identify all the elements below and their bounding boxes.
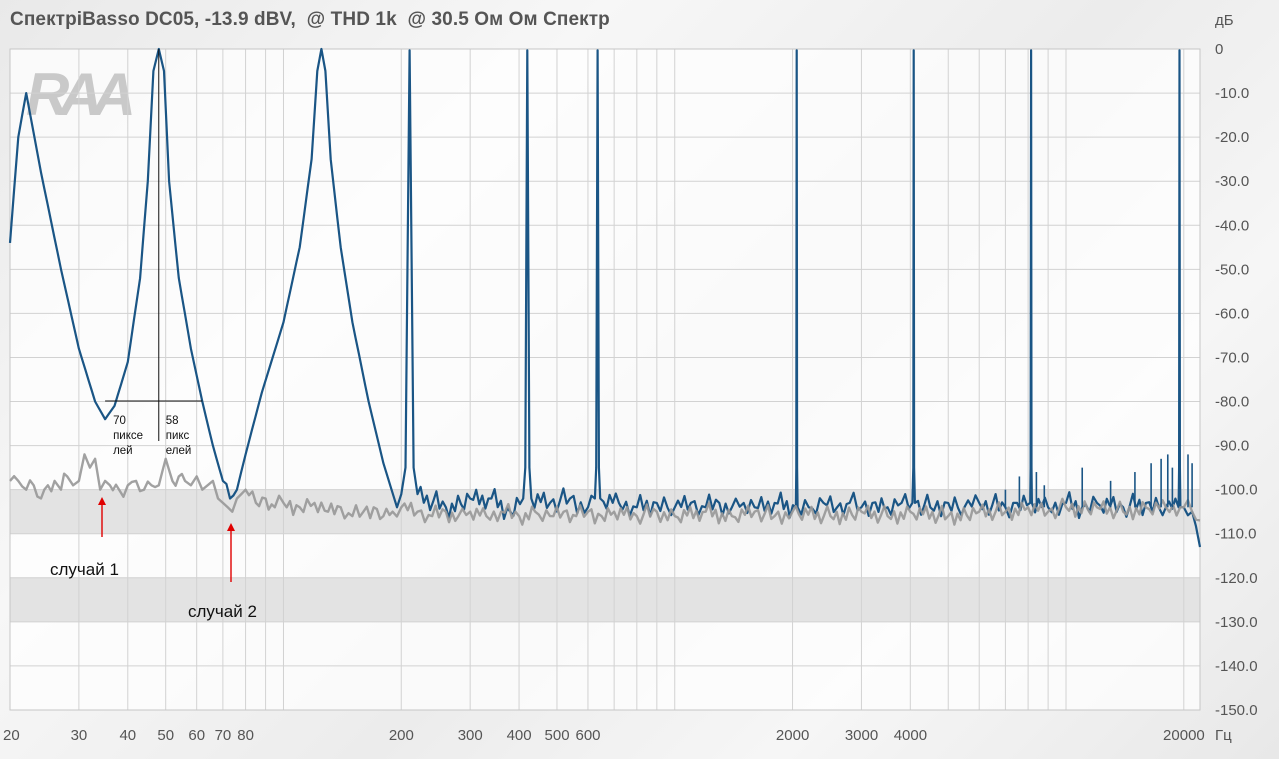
y-tick-label: -120.0	[1215, 570, 1258, 587]
bracket-label-left: 70	[113, 415, 126, 427]
y-tick-label: -40.0	[1215, 217, 1249, 234]
y-tick-label: -100.0	[1215, 482, 1258, 499]
y-tick-label: -80.0	[1215, 394, 1249, 411]
x-tick-label: 2000	[776, 727, 809, 744]
y-tick-label: -70.0	[1215, 349, 1249, 366]
x-tick-label: 50	[157, 727, 174, 744]
y-tick-label: -140.0	[1215, 658, 1258, 675]
x-tick-label: 400	[507, 727, 532, 744]
x-tick-label: 80	[237, 727, 254, 744]
x-tick-label: 600	[576, 727, 601, 744]
y-tick-label: -110.0	[1215, 526, 1256, 543]
case1-label: случай 1	[50, 560, 119, 579]
bracket-label-right: пикс	[166, 430, 190, 442]
y-tick-label: -60.0	[1215, 305, 1249, 322]
bracket-label-left: лей	[113, 445, 133, 457]
x-tick-label: 70	[215, 727, 232, 744]
y-tick-label: -50.0	[1215, 261, 1249, 278]
x-tick-label: 200	[389, 727, 414, 744]
y-tick-label: 0	[1215, 41, 1223, 58]
y-tick-label: -10.0	[1215, 85, 1249, 102]
y-axis-label: дБ	[1215, 12, 1234, 29]
x-tick-label: 500	[545, 727, 570, 744]
x-tick-label: 4000	[894, 727, 927, 744]
spectrum-chart: RAA0-10.0-20.0-30.0-40.0-50.0-60.0-70.0-…	[3, 12, 1258, 744]
x-tick-label: 40	[119, 727, 136, 744]
bracket-label-right: 58	[166, 415, 179, 427]
y-tick-label: -30.0	[1215, 173, 1249, 190]
case2-label: случай 2	[188, 602, 257, 621]
x-axis-label: Гц	[1215, 727, 1232, 744]
y-tick-label: -150.0	[1215, 702, 1258, 719]
x-tick-label: 20	[3, 727, 20, 744]
x-tick-label: 300	[458, 727, 483, 744]
bracket-label-right: елей	[166, 445, 192, 457]
y-tick-label: -20.0	[1215, 129, 1249, 146]
y-tick-label: -90.0	[1215, 438, 1249, 455]
bracket-label-left: пиксе	[113, 430, 143, 442]
y-tick-label: -130.0	[1215, 614, 1258, 631]
x-tick-label: 30	[71, 727, 88, 744]
x-tick-label: 60	[188, 727, 205, 744]
x-tick-label: 20000	[1163, 727, 1205, 744]
shaded-band-0	[10, 489, 1200, 534]
x-tick-label: 3000	[845, 727, 878, 744]
